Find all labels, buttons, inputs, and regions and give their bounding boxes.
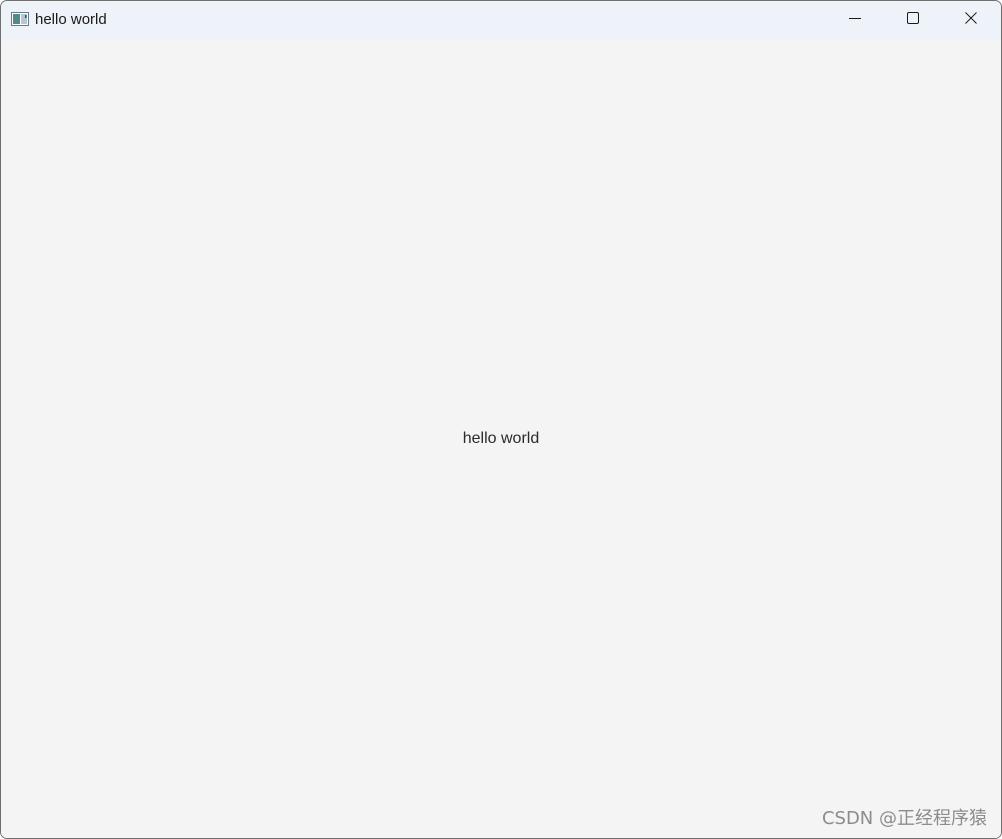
title-bar[interactable]: hello world (1, 1, 1001, 39)
app-window-icon (11, 12, 29, 26)
watermark: CSDN @正经程序猿 (821, 808, 987, 829)
close-icon (965, 11, 977, 29)
maximize-button[interactable] (884, 1, 942, 39)
client-area: hello world (1, 39, 1001, 838)
minimize-button[interactable] (826, 1, 884, 39)
app-window: hello world hello world CSDN @正经程序猿 (0, 0, 1002, 839)
close-button[interactable] (942, 1, 1000, 39)
window-title: hello world (35, 11, 107, 28)
maximize-icon (907, 11, 919, 29)
hello-label: hello world (462, 430, 540, 447)
minimize-icon (849, 11, 861, 29)
